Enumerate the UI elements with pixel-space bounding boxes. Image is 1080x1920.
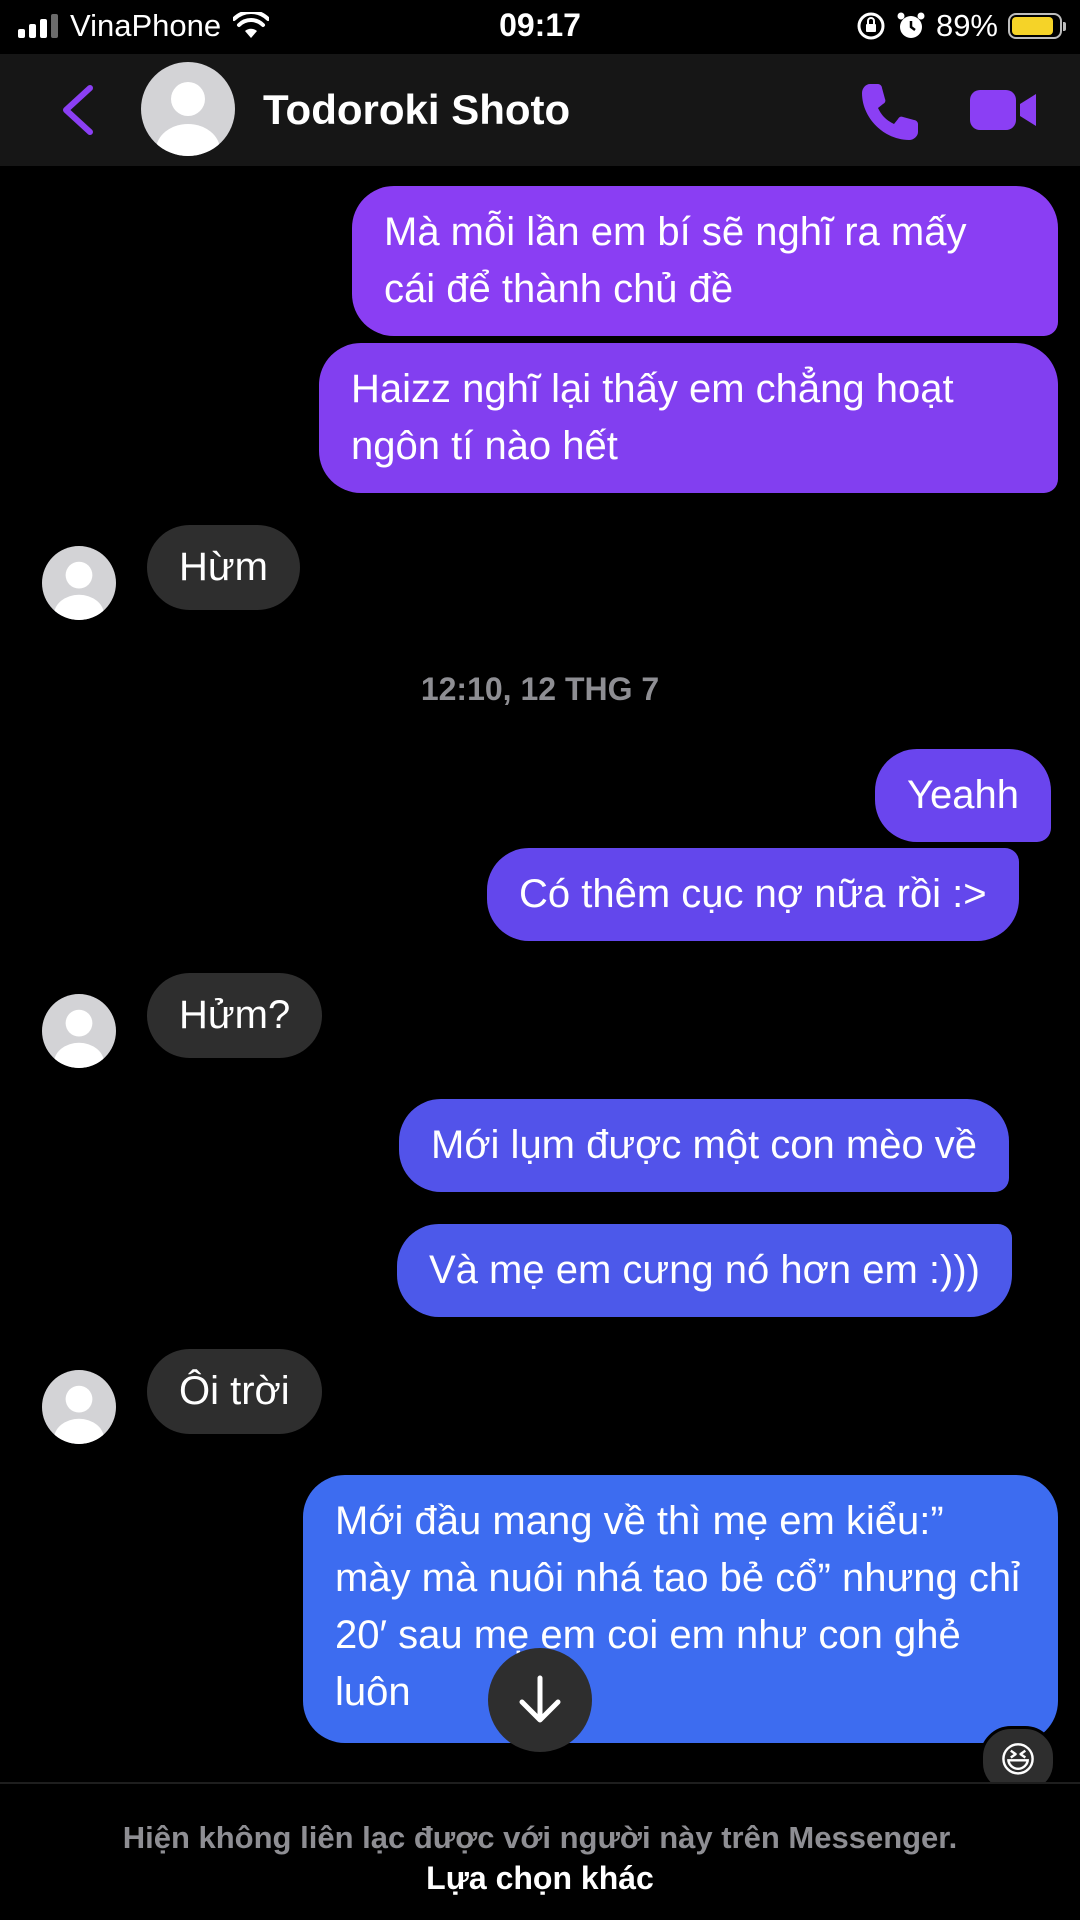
phone-icon[interactable] [858,80,922,144]
alarm-icon [897,12,925,38]
outgoing-message[interactable]: Mới đầu mang về thì mẹ em kiểu:” mày mà … [303,1475,1058,1743]
outgoing-message[interactable]: Mà mỗi lần em bí sẽ nghĩ ra mấy cái để t… [352,186,1058,336]
chevron-left-icon[interactable] [52,82,102,138]
contact-avatar[interactable] [141,62,235,156]
scroll-to-bottom-button[interactable] [488,1648,592,1752]
status-right: 89% [856,8,1066,44]
battery-level [1012,17,1053,35]
more-options-link[interactable]: Lựa chọn khác [0,1860,1080,1897]
rotation-lock-icon [857,12,885,40]
unavailable-notice: Hiện không liên lạc được với người này t… [122,1820,958,1855]
sender-avatar[interactable] [42,994,116,1068]
default-avatar-icon [53,1385,105,1444]
incoming-message[interactable]: Hửm? [147,973,323,1058]
conversation-header: Todoroki Shoto [0,54,1080,166]
arrow-down-icon [519,1675,561,1723]
contact-name[interactable]: Todoroki Shoto [263,86,570,134]
outgoing-message[interactable]: Haizz nghĩ lại thấy em chẳng hoạt ngôn t… [319,343,1058,493]
default-avatar-icon [156,82,220,156]
battery-percent: 89% [935,8,998,43]
battery-icon [1008,13,1066,39]
message-list[interactable]: Mà mỗi lần em bí sẽ nghĩ ra mấy cái để t… [0,166,1080,1782]
default-avatar-icon [53,561,105,620]
laughing-emoji-icon: 😆 [999,1739,1037,1780]
outgoing-message[interactable]: Yeahh [875,749,1051,842]
sender-avatar[interactable] [42,1370,116,1444]
messenger-chat-screen: VinaPhone 09:17 89% Todoroki Shoto Mà mỗ… [0,0,1080,1920]
unavailable-footer: Hiện không liên lạc được với người này t… [0,1782,1080,1920]
outgoing-message[interactable]: Mới lụm được một con mèo về [399,1099,1010,1192]
incoming-message[interactable]: Ôi trời [147,1349,322,1434]
outgoing-message[interactable]: Có thêm cục nợ nữa rồi :> [487,848,1019,941]
default-avatar-icon [53,1009,105,1068]
outgoing-message[interactable]: Và mẹ em cưng nó hơn em :))) [397,1224,1012,1317]
video-camera-icon[interactable] [968,82,1040,138]
status-bar: VinaPhone 09:17 89% [0,0,1080,54]
timestamp: 12:10, 12 THG 7 [420,671,660,707]
incoming-message[interactable]: Hừm [147,525,300,610]
sender-avatar[interactable] [42,546,116,620]
